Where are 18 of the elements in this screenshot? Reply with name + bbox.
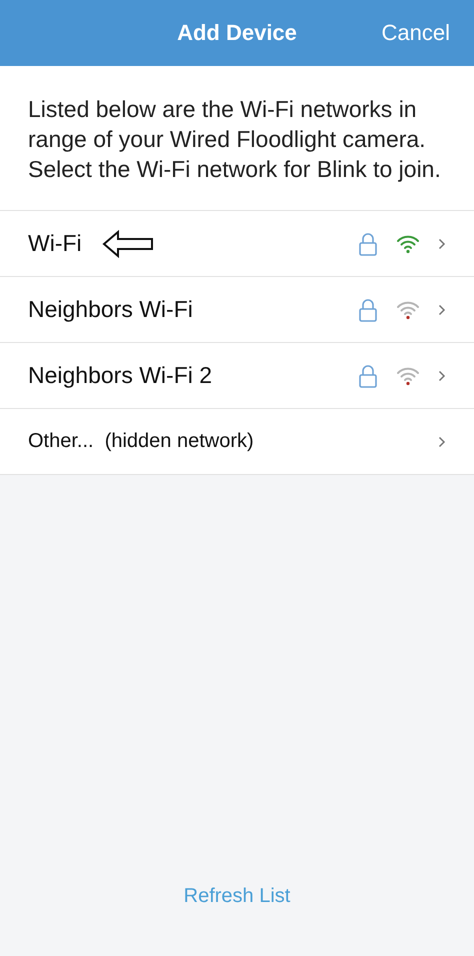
intro-text: Listed below are the Wi-Fi networks in range of your Wired Floodlight camera. Select the Wi-Fi network for Blink to join.: [0, 66, 474, 211]
network-name: Neighbors Wi-Fi: [28, 296, 193, 323]
network-name: Other... (hidden network): [28, 430, 254, 453]
lock-icon: [358, 364, 378, 388]
lock-icon: [358, 298, 378, 322]
network-name: Neighbors Wi-Fi 2: [28, 362, 212, 389]
arrow-icon: [102, 230, 154, 258]
screen-title: Add Device: [177, 20, 297, 46]
network-row[interactable]: Neighbors Wi-Fi: [0, 277, 474, 343]
network-row[interactable]: Wi-Fi: [0, 211, 474, 277]
chevron-icon: [438, 370, 446, 382]
lock-icon: [358, 232, 378, 256]
network-row[interactable]: Neighbors Wi-Fi 2: [0, 343, 474, 409]
chevron-icon: [438, 238, 446, 250]
chevron-icon: [438, 436, 446, 448]
network-row[interactable]: Other... (hidden network): [0, 409, 474, 475]
chevron-icon: [438, 304, 446, 316]
network-name: Wi-Fi: [28, 230, 82, 257]
